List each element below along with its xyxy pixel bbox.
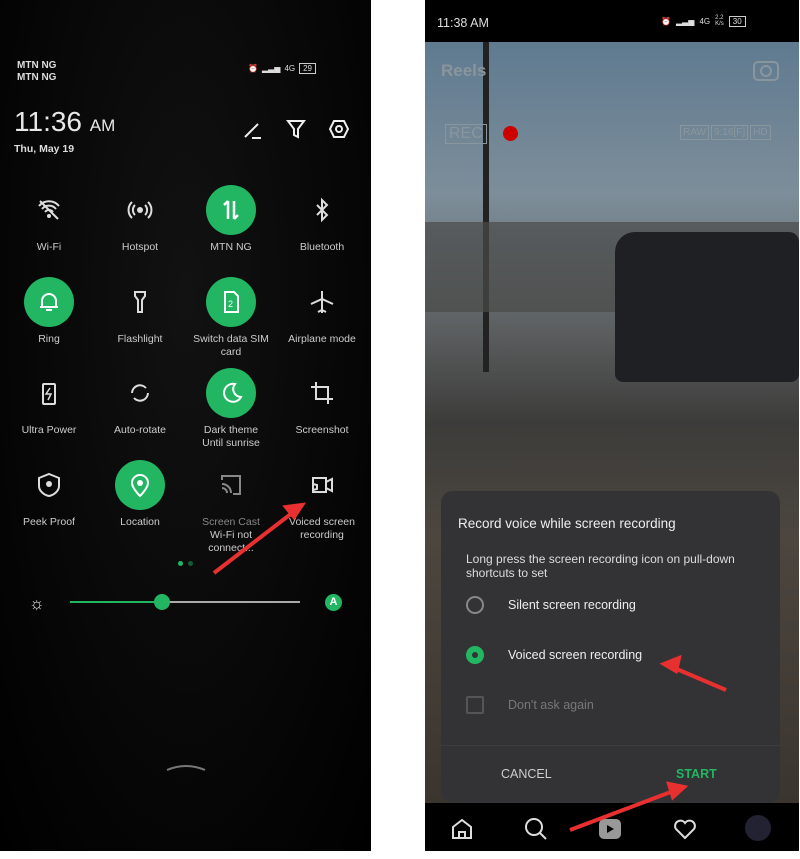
arrow-to-voiced-option (671, 665, 727, 692)
arrow-to-record-tile (212, 508, 298, 575)
arrow-to-start (569, 788, 677, 832)
annotation-arrows (212, 502, 727, 832)
